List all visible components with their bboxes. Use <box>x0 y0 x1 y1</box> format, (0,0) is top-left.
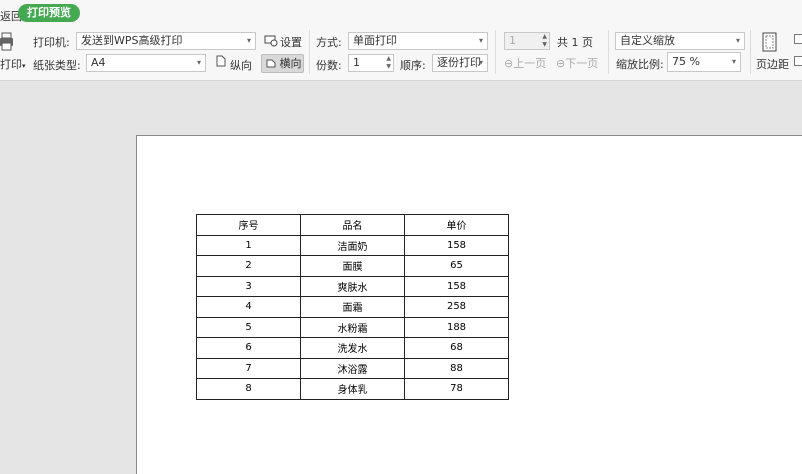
circle-left-arrow-icon: ⊖ <box>504 57 514 70</box>
print-menu-button[interactable]: 打印▾ <box>0 56 26 72</box>
table-header-row: 序号 品名 单价 <box>196 214 509 236</box>
order-label: 顺序: <box>400 59 426 72</box>
landscape-page-icon <box>266 59 276 68</box>
circle-right-arrow-icon: ⊖ <box>556 57 566 70</box>
table-cell: 2 <box>196 255 301 277</box>
tab-print-preview[interactable]: 打印预览 <box>18 4 80 22</box>
print-preview-ribbon: 返回 打印预览 打印▾ 打印机: 发送到WPS高级打印 ▾ 设置 纸张类型: A… <box>0 0 802 81</box>
divider <box>608 30 609 74</box>
chevron-down-icon: ▾ <box>731 57 736 66</box>
next-page-button[interactable]: ⊖下一页 <box>556 55 598 71</box>
chevron-down-icon: ▾ <box>246 36 251 45</box>
table-cell: 8 <box>196 378 301 400</box>
table-cell: 78 <box>404 378 509 400</box>
table-cell: 68 <box>404 337 509 359</box>
table-cell: 65 <box>404 255 509 277</box>
table-cell: 3 <box>196 275 301 297</box>
table-cell: 沐浴露 <box>300 357 405 379</box>
table-row: 8 身体乳 78 <box>196 378 509 400</box>
table-cell: 158 <box>404 275 509 297</box>
copies-stepper[interactable]: 1 ▲ ▼ <box>348 54 394 72</box>
settings-button[interactable]: 设置 <box>280 34 302 50</box>
preview-table: 序号 品名 单价 1 洁面奶 158 2 面膜 65 3 爽肤水 158 4 面… <box>196 214 509 400</box>
table-cell: 188 <box>404 316 509 338</box>
total-pages-text: 共 1 页 <box>557 36 593 49</box>
table-row: 5 水粉霜 188 <box>196 316 509 338</box>
paper-type-label: 纸张类型: <box>33 59 81 72</box>
spin-arrows-icon[interactable]: ▲ ▼ <box>386 55 391 71</box>
zoom-ratio-label: 缩放比例: <box>616 58 664 71</box>
gear-printer-icon <box>264 35 278 47</box>
prev-page-button[interactable]: ⊖上一页 <box>504 55 546 71</box>
printer-icon[interactable] <box>0 32 14 52</box>
print-mode-select[interactable]: 单面打印 ▾ <box>348 32 488 50</box>
divider <box>495 30 496 74</box>
column-header: 品名 <box>300 214 405 236</box>
divider <box>750 30 751 74</box>
page-footer-icon[interactable] <box>794 56 802 66</box>
tab-bar: 返回 打印预览 <box>0 0 802 26</box>
table-cell: 88 <box>404 357 509 379</box>
mode-label: 方式: <box>316 36 342 49</box>
table-row: 4 面霜 258 <box>196 296 509 318</box>
table-cell: 洗发水 <box>300 337 405 359</box>
copies-label: 份数: <box>316 59 342 72</box>
divider <box>309 30 310 74</box>
column-header: 单价 <box>404 214 509 236</box>
table-cell: 6 <box>196 337 301 359</box>
table-cell: 4 <box>196 296 301 318</box>
chevron-down-icon: ▾ <box>478 36 483 45</box>
printer-select[interactable]: 发送到WPS高级打印 ▾ <box>76 32 256 50</box>
table-cell: 面霜 <box>300 296 405 318</box>
table-row: 2 面膜 65 <box>196 255 509 277</box>
table-cell: 身体乳 <box>300 378 405 400</box>
table-row: 1 洁面奶 158 <box>196 234 509 256</box>
table-cell: 洁面奶 <box>300 234 405 256</box>
printer-label: 打印机: <box>33 36 70 49</box>
table-cell: 水粉霜 <box>300 316 405 338</box>
page-number-stepper[interactable]: 1 ▲ ▼ <box>504 32 550 50</box>
table-cell: 7 <box>196 357 301 379</box>
table-cell: 258 <box>404 296 509 318</box>
zoom-ratio-select[interactable]: 75 % ▾ <box>667 52 741 72</box>
table-cell: 1 <box>196 234 301 256</box>
page-margins-icon[interactable] <box>761 32 779 52</box>
table-cell: 爽肤水 <box>300 275 405 297</box>
portrait-button[interactable]: 纵向 <box>230 57 252 73</box>
margins-button[interactable]: 页边距 <box>756 56 789 72</box>
chevron-down-icon: ▾ <box>735 36 740 45</box>
paper-type-select[interactable]: A4 ▾ <box>86 54 206 72</box>
table-cell: 面膜 <box>300 255 405 277</box>
spin-arrows-icon[interactable]: ▲ ▼ <box>542 33 547 49</box>
table-row: 3 爽肤水 158 <box>196 275 509 297</box>
column-header: 序号 <box>196 214 301 236</box>
chevron-down-icon: ▾ <box>22 62 26 70</box>
table-row: 7 沐浴露 88 <box>196 357 509 379</box>
table-cell: 5 <box>196 316 301 338</box>
landscape-button[interactable]: 横向 <box>261 54 304 73</box>
table-row: 6 洗发水 68 <box>196 337 509 359</box>
print-order-select[interactable]: 逐份打印 ▾ <box>432 54 488 72</box>
chevron-down-icon: ▾ <box>478 58 483 67</box>
table-cell: 158 <box>404 234 509 256</box>
page-header-icon[interactable] <box>794 34 802 44</box>
chevron-down-icon: ▾ <box>196 58 201 67</box>
portrait-page-icon <box>216 55 226 67</box>
zoom-mode-select[interactable]: 自定义缩放 ▾ <box>615 32 745 50</box>
